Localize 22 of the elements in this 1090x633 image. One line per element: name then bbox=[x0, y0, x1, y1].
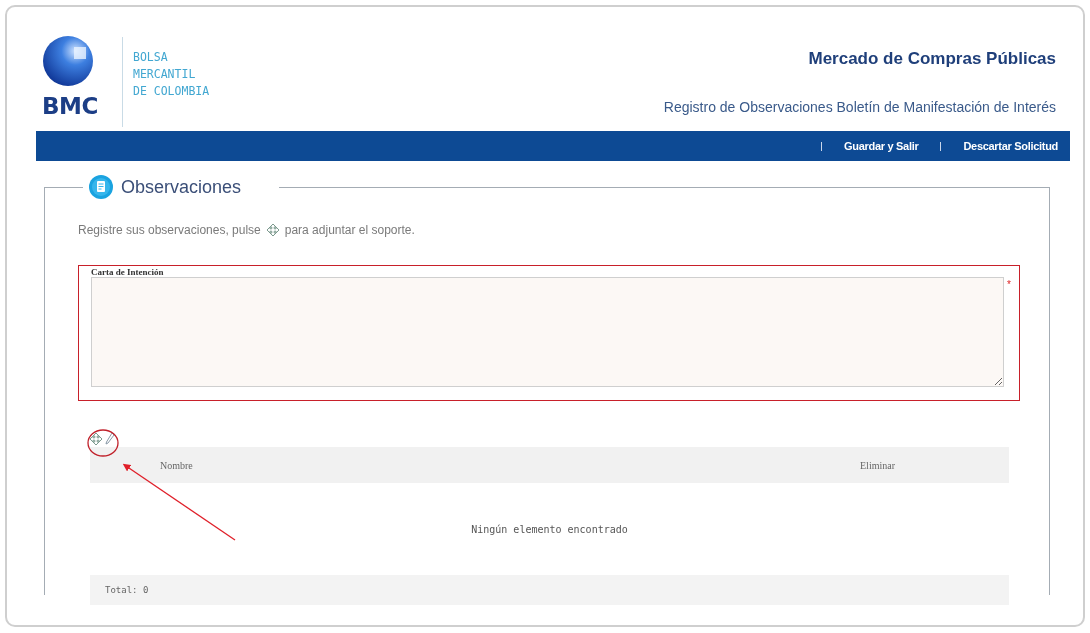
field-label: Carta de Intención bbox=[91, 267, 165, 277]
page-title: Mercado de Compras Públicas bbox=[808, 49, 1056, 69]
add-attachment-button[interactable] bbox=[89, 432, 103, 446]
section-title: Observaciones bbox=[121, 176, 242, 198]
empty-message: Ningún elemento encontrado bbox=[471, 523, 628, 535]
nav-link[interactable]: Descartar Solicitud bbox=[963, 140, 1058, 152]
nav-link[interactable]: Guardar y Salir bbox=[844, 140, 919, 152]
document-icon bbox=[89, 175, 113, 199]
instruction-suffix: para adjuntar el soporte. bbox=[284, 223, 415, 237]
logo-name-line: BOLSA bbox=[133, 49, 169, 66]
column-header: Eliminar bbox=[860, 459, 895, 471]
logo-name-line: DE COLOMBIA bbox=[133, 83, 210, 100]
logo-name-line: MERCANTIL bbox=[133, 66, 197, 83]
annotation-circle bbox=[87, 429, 119, 457]
pencil-icon[interactable] bbox=[105, 432, 115, 446]
logo-text: BMC bbox=[42, 93, 98, 119]
page-subtitle: Registro de Observaciones Boletín de Manifestación de Interés bbox=[663, 99, 1056, 115]
required-mark: * bbox=[1007, 279, 1011, 290]
instruction-text: Registre sus observaciones, pulse bbox=[78, 223, 261, 237]
total-count: Total: 0 bbox=[105, 585, 149, 595]
column-header: Nombre bbox=[160, 459, 194, 471]
move-icon[interactable] bbox=[265, 223, 280, 237]
